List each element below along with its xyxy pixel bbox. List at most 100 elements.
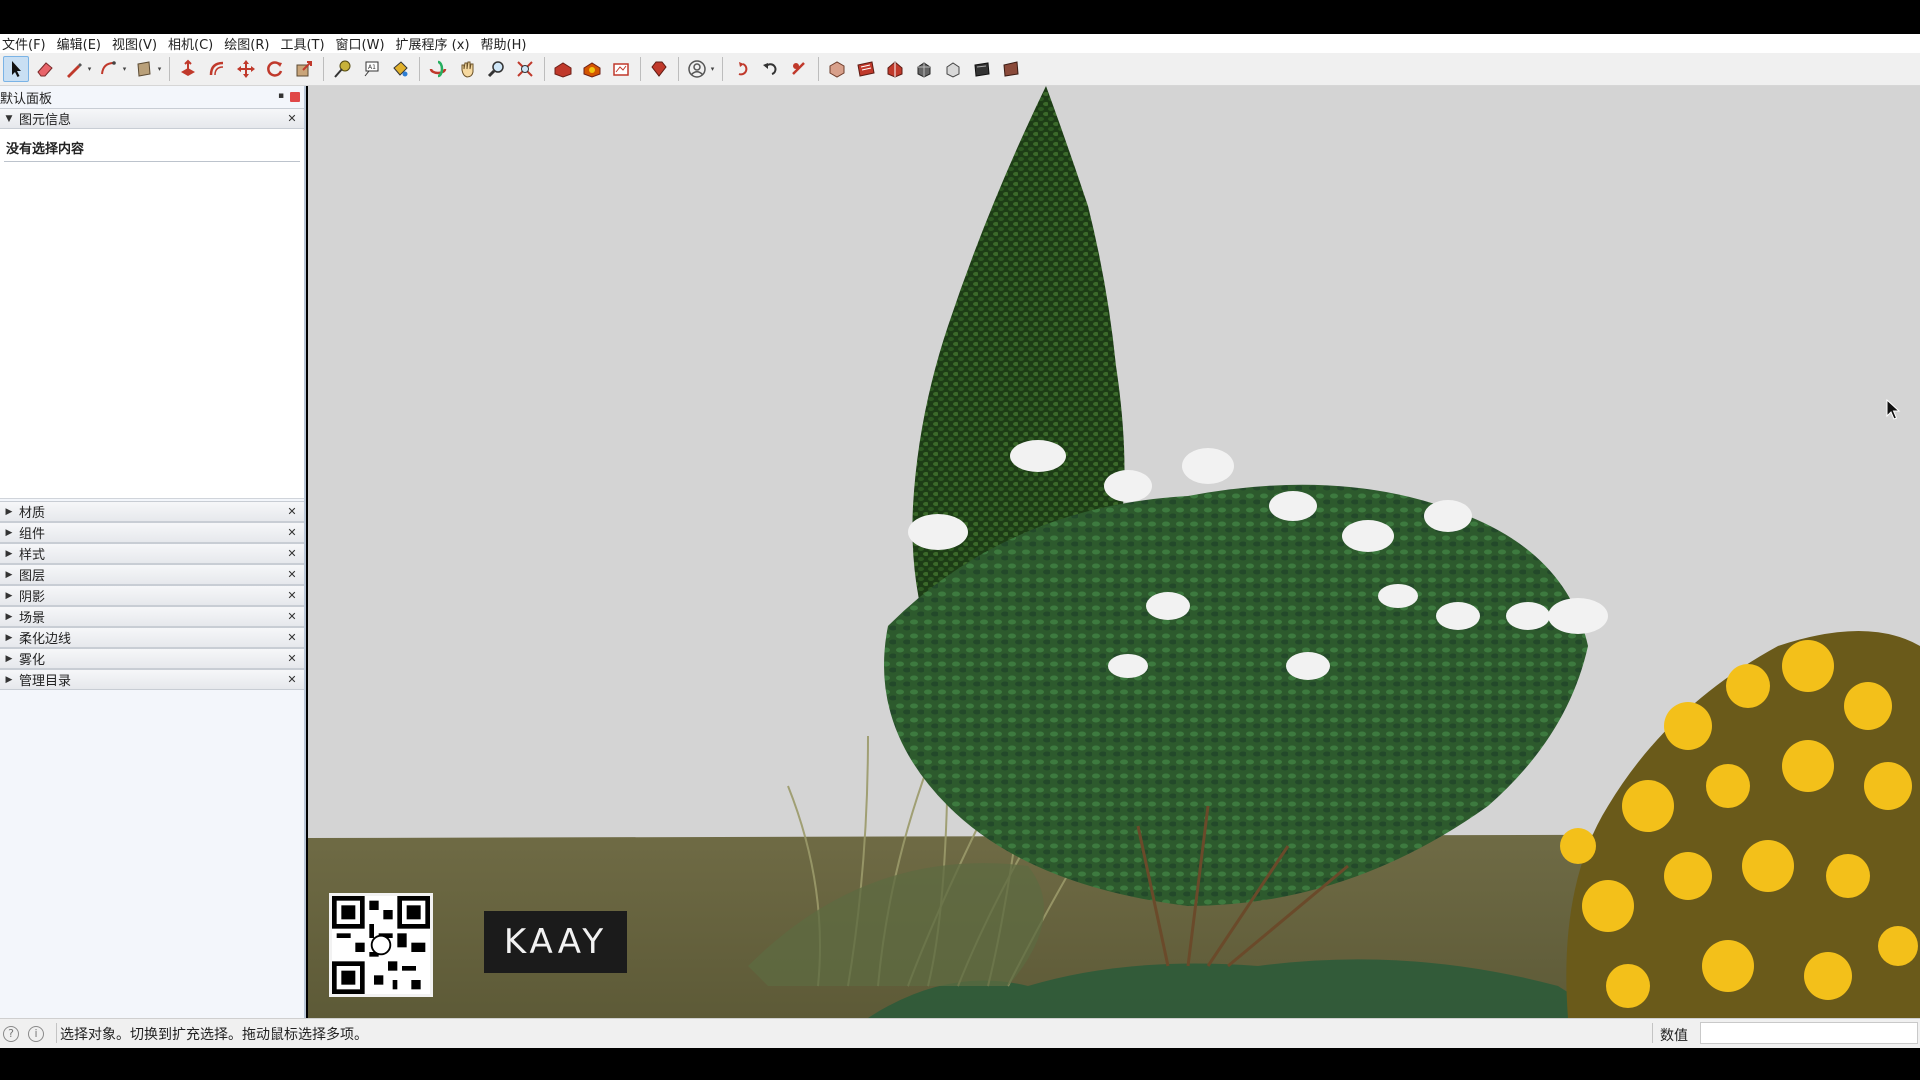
panel-manage-trays[interactable]: ▶ 管理目录 ✕	[0, 669, 304, 690]
arc-dropdown-icon[interactable]: ▾	[121, 56, 128, 82]
select-icon[interactable]	[3, 56, 29, 82]
rectangle-dropdown-icon[interactable]: ▾	[156, 56, 163, 82]
back-icon[interactable]	[786, 56, 812, 82]
default-tray: 默认面板 ▪ ▼ 图元信息 ✕ 没有选择内容 ▶ 材质 ✕ ▶ 组件 ✕ ▶ 样…	[0, 86, 306, 1018]
panel-close-icon[interactable]: ✕	[286, 112, 298, 125]
panel-layers[interactable]: ▶ 图层 ✕	[0, 564, 304, 585]
zoom-icon[interactable]	[483, 56, 509, 82]
panel-fog[interactable]: ▶ 雾化 ✕	[0, 648, 304, 669]
pan-icon[interactable]	[454, 56, 480, 82]
toolbar-separator	[678, 57, 679, 81]
collapsed-triangle-icon[interactable]: ▶	[2, 549, 16, 559]
top-view-icon[interactable]	[853, 56, 879, 82]
zoom-extents-icon[interactable]	[512, 56, 538, 82]
pencil-icon[interactable]	[61, 56, 87, 82]
panel-styles[interactable]: ▶ 样式 ✕	[0, 543, 304, 564]
panel-materials[interactable]: ▶ 材质 ✕	[0, 501, 304, 522]
front-view-icon[interactable]	[882, 56, 908, 82]
panel-close-icon[interactable]: ✕	[286, 631, 298, 644]
tape-measure-icon[interactable]	[329, 56, 355, 82]
pin-icon[interactable]: ▪	[278, 92, 286, 101]
menu-bar: 文件(F) 编辑(E) 视图(V) 相机(C) 绘图(R) 工具(T) 窗口(W…	[0, 34, 1920, 53]
collapsed-triangle-icon[interactable]: ▶	[2, 654, 16, 664]
toolbar-separator	[544, 57, 545, 81]
panel-close-icon[interactable]: ✕	[286, 505, 298, 518]
redo-icon[interactable]	[757, 56, 783, 82]
status-bar: ? i 选择对象。切换到扩充选择。拖动鼠标选择多项。 数值	[0, 1018, 1920, 1048]
arc-icon[interactable]	[96, 56, 122, 82]
iso-view-icon[interactable]	[824, 56, 850, 82]
rotate-icon[interactable]	[262, 56, 288, 82]
menu-window[interactable]: 窗口(W)	[334, 34, 389, 53]
menu-edit[interactable]: 编辑(E)	[55, 34, 105, 53]
menu-view[interactable]: 视图(V)	[110, 34, 161, 53]
collapsed-triangle-icon[interactable]: ▶	[2, 507, 16, 517]
panel-close-icon[interactable]: ✕	[286, 589, 298, 602]
panel-soften-edges[interactable]: ▶ 柔化边线 ✕	[0, 627, 304, 648]
text-icon[interactable]: A1	[358, 56, 384, 82]
collapsed-triangle-icon[interactable]: ▶	[2, 612, 16, 622]
scale-icon[interactable]	[291, 56, 317, 82]
panel-scenes[interactable]: ▶ 场景 ✕	[0, 606, 304, 627]
measurements-input[interactable]	[1700, 1022, 1918, 1044]
collapsed-triangle-icon[interactable]: ▶	[2, 633, 16, 643]
panel-shadows[interactable]: ▶ 阴影 ✕	[0, 585, 304, 606]
tray-close-icon[interactable]	[290, 92, 300, 102]
account-icon[interactable]	[684, 56, 710, 82]
menu-tools[interactable]: 工具(T)	[278, 34, 328, 53]
collapsed-triangle-icon[interactable]: ▶	[2, 591, 16, 601]
layout-icon[interactable]	[608, 56, 634, 82]
divider	[4, 161, 300, 162]
left-view-icon[interactable]	[969, 56, 995, 82]
right-view-icon[interactable]	[911, 56, 937, 82]
panel-close-icon[interactable]: ✕	[286, 526, 298, 539]
collapsed-triangle-icon[interactable]: ▶	[2, 570, 16, 580]
collapsed-triangle-icon[interactable]: ▶	[2, 528, 16, 538]
paint-bucket-icon[interactable]	[387, 56, 413, 82]
collapsed-triangle-icon[interactable]: ▶	[2, 675, 16, 685]
qr-code	[329, 893, 433, 997]
panel-components[interactable]: ▶ 组件 ✕	[0, 522, 304, 543]
undo-icon[interactable]	[728, 56, 754, 82]
menu-draw[interactable]: 绘图(R)	[222, 34, 273, 53]
toolbar: ▾ ▾ ▾ A1 ▾	[0, 53, 1920, 86]
geo-location-icon[interactable]: ?	[3, 1025, 19, 1042]
tray-title-bar: 默认面板 ▪	[0, 86, 304, 108]
menu-camera[interactable]: 相机(C)	[166, 34, 217, 53]
bottom-view-icon[interactable]	[998, 56, 1024, 82]
account-dropdown-icon[interactable]: ▾	[709, 56, 716, 82]
pencil-dropdown-icon[interactable]: ▾	[86, 56, 93, 82]
panel-close-icon[interactable]: ✕	[286, 652, 298, 665]
model-viewport[interactable]: KAAY	[308, 86, 1920, 1018]
toolbar-separator	[818, 57, 819, 81]
expanded-triangle-icon[interactable]: ▼	[2, 114, 16, 124]
panel-entity-info-label: 图元信息	[19, 113, 72, 128]
panel-entity-info-header[interactable]: ▼ 图元信息 ✕	[0, 108, 304, 129]
ruby-icon[interactable]	[646, 56, 672, 82]
warehouse-icon[interactable]	[550, 56, 576, 82]
rectangle-icon[interactable]	[131, 56, 157, 82]
eraser-icon[interactable]	[32, 56, 58, 82]
orbit-icon[interactable]	[425, 56, 451, 82]
panel-close-icon[interactable]: ✕	[286, 547, 298, 560]
panel-close-icon[interactable]: ✕	[286, 568, 298, 581]
panel-label: 样式	[19, 548, 46, 563]
push-pull-icon[interactable]	[175, 56, 201, 82]
measurements-label: 数值	[1660, 1028, 1688, 1044]
divider	[56, 1023, 57, 1043]
panel-close-icon[interactable]: ✕	[286, 610, 298, 623]
menu-file[interactable]: 文件(F)	[0, 34, 50, 53]
collapsed-panels: ▶ 材质 ✕ ▶ 组件 ✕ ▶ 样式 ✕ ▶ 图层 ✕ ▶ 阴影 ✕ ▶ 场景 …	[0, 501, 304, 690]
extension-warehouse-icon[interactable]	[579, 56, 605, 82]
offset-icon[interactable]	[204, 56, 230, 82]
panel-label: 组件	[19, 527, 46, 542]
panel-label: 雾化	[19, 653, 46, 668]
panel-close-icon[interactable]: ✕	[286, 673, 298, 686]
move-icon[interactable]	[233, 56, 259, 82]
info-icon[interactable]: i	[28, 1025, 44, 1042]
entity-info-body: 没有选择内容	[0, 129, 304, 499]
menu-help[interactable]: 帮助(H)	[479, 34, 531, 53]
sketchup-window: 文件(F) 编辑(E) 视图(V) 相机(C) 绘图(R) 工具(T) 窗口(W…	[0, 0, 1920, 1080]
menu-extensions[interactable]: 扩展程序 (x)	[394, 34, 474, 53]
back-view-icon[interactable]	[940, 56, 966, 82]
